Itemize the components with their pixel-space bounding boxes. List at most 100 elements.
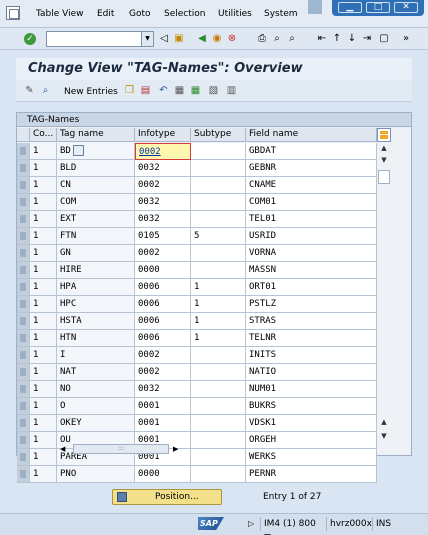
header-subtype[interactable]: Subtype [191,128,246,142]
cell-subtype[interactable] [191,347,246,364]
cell-field-name[interactable]: GEBNR [246,160,377,177]
cell-subtype[interactable] [191,415,246,432]
first-page-icon[interactable]: ⇤ [316,33,328,45]
previous-page-icon[interactable]: ↑ [331,33,343,45]
cell-field-name[interactable]: USRID [246,228,377,245]
cell-field-name[interactable]: COM01 [246,194,377,211]
header-co[interactable]: Co... [30,128,57,142]
cell-subtype[interactable] [191,364,246,381]
row-selector[interactable] [17,194,30,211]
cell-infotype[interactable]: 0002 [135,143,191,160]
more-toolbar-icon[interactable]: » [400,33,412,45]
cell-subtype[interactable] [191,262,246,279]
window-menu-icon[interactable] [6,6,20,20]
undo-change-icon[interactable]: ↶ [158,85,169,96]
row-selector[interactable] [17,381,30,398]
cell-infotype[interactable]: 0105 [135,228,191,245]
back-icon[interactable]: ◀ [196,33,208,45]
cell-field-name[interactable]: MASSN [246,262,377,279]
row-selector[interactable] [17,296,30,313]
new-entries-button[interactable]: New Entries [64,87,118,97]
cell-infotype[interactable]: 0002 [135,364,191,381]
row-selector[interactable] [17,347,30,364]
cell-infotype[interactable]: 0006 [135,330,191,347]
copy-as-icon[interactable]: ❐ [124,85,135,96]
horizontal-scrollbar[interactable]: ◀ ::: ▶ [57,443,377,455]
select-all-rows-header[interactable] [17,128,30,142]
row-selector[interactable] [17,228,30,245]
cancel-icon[interactable]: ⊗ [226,33,238,45]
scroll-down-icon[interactable]: ▼ [378,155,390,165]
cell-field-name[interactable]: TELNR [246,330,377,347]
display-icon[interactable]: ⌕ [40,85,51,96]
cell-infotype[interactable]: 0000 [135,262,191,279]
select-block-icon[interactable]: ▦ [190,85,201,96]
deselect-all-icon[interactable]: ▧ [208,85,219,96]
find-next-icon[interactable]: ⌕ [286,33,298,45]
menu-goto[interactable]: Goto [129,9,151,19]
next-page-icon[interactable]: ↓ [346,33,358,45]
cell-field-name[interactable]: STRAS [246,313,377,330]
cell-infotype[interactable]: 0002 [135,347,191,364]
cell-field-name[interactable]: NUM01 [246,381,377,398]
cell-subtype[interactable] [191,177,246,194]
cell-infotype[interactable]: 0032 [135,381,191,398]
status-system[interactable]: IM4 (1) 800 ▼ [260,517,326,535]
cell-subtype[interactable] [191,160,246,177]
vertical-scrollbar[interactable]: ▲ ▼ ▲ ▼ [378,143,390,441]
position-button[interactable]: Position... [112,489,222,505]
table-settings-icon[interactable] [377,128,391,142]
scroll-up-icon[interactable]: ▲ [378,143,390,153]
cell-infotype[interactable]: 0006 [135,279,191,296]
row-selector[interactable] [17,398,30,415]
scroll-down-end-icon[interactable]: ▼ [378,431,390,441]
cell-infotype[interactable]: 0006 [135,296,191,313]
menu-utilities[interactable]: Utilities [218,9,252,19]
cell-subtype[interactable]: 1 [191,296,246,313]
cell-field-name[interactable]: PERNR [246,466,377,483]
scroll-left-icon[interactable]: ◀ [60,443,65,455]
scroll-right-icon[interactable]: ▶ [173,443,178,455]
menu-system[interactable]: System [264,9,298,19]
cell-field-name[interactable]: VORNA [246,245,377,262]
cell-infotype[interactable]: 0000 [135,466,191,483]
close-button[interactable]: ✕ [394,2,418,13]
cell-subtype[interactable] [191,466,246,483]
cell-field-name[interactable]: CNAME [246,177,377,194]
cell-subtype[interactable] [191,194,246,211]
row-selector[interactable] [17,313,30,330]
cell-subtype[interactable] [191,381,246,398]
last-page-icon[interactable]: ⇥ [361,33,373,45]
change-display-icon[interactable]: ✎ [24,85,35,96]
cell-subtype[interactable]: 1 [191,330,246,347]
minimize-button[interactable]: ▁ [338,2,362,13]
cell-subtype[interactable] [191,398,246,415]
cell-infotype[interactable]: 0002 [135,177,191,194]
cell-infotype[interactable]: 0032 [135,160,191,177]
cell-subtype[interactable] [191,211,246,228]
delete-icon[interactable]: ▤ [140,85,151,96]
cell-subtype[interactable] [191,143,246,160]
header-infotype[interactable]: Infotype [135,128,191,142]
row-selector[interactable] [17,466,30,483]
row-selector[interactable] [17,177,30,194]
menu-selection[interactable]: Selection [164,9,205,19]
print-icon[interactable]: ⎙ [256,33,268,45]
row-selector[interactable] [17,330,30,347]
row-selector[interactable] [17,262,30,279]
cell-field-name[interactable]: INITS [246,347,377,364]
select-all-icon[interactable]: ▦ [174,85,185,96]
row-selector[interactable] [17,245,30,262]
cell-infotype[interactable]: 0001 [135,415,191,432]
row-selector[interactable] [17,364,30,381]
row-selector[interactable] [17,211,30,228]
row-selector[interactable] [17,432,30,449]
horizontal-scrollbar-thumb[interactable]: ::: [73,444,169,454]
enter-checkmark-icon[interactable]: ✓ [24,33,36,45]
cell-infotype[interactable]: 0006 [135,313,191,330]
cell-field-name[interactable]: GBDAT [246,143,377,160]
find-icon[interactable]: ⌕ [271,33,283,45]
cell-field-name[interactable]: NATIO [246,364,377,381]
scrollbar-thumb[interactable] [378,170,390,184]
cell-infotype[interactable]: 0032 [135,194,191,211]
